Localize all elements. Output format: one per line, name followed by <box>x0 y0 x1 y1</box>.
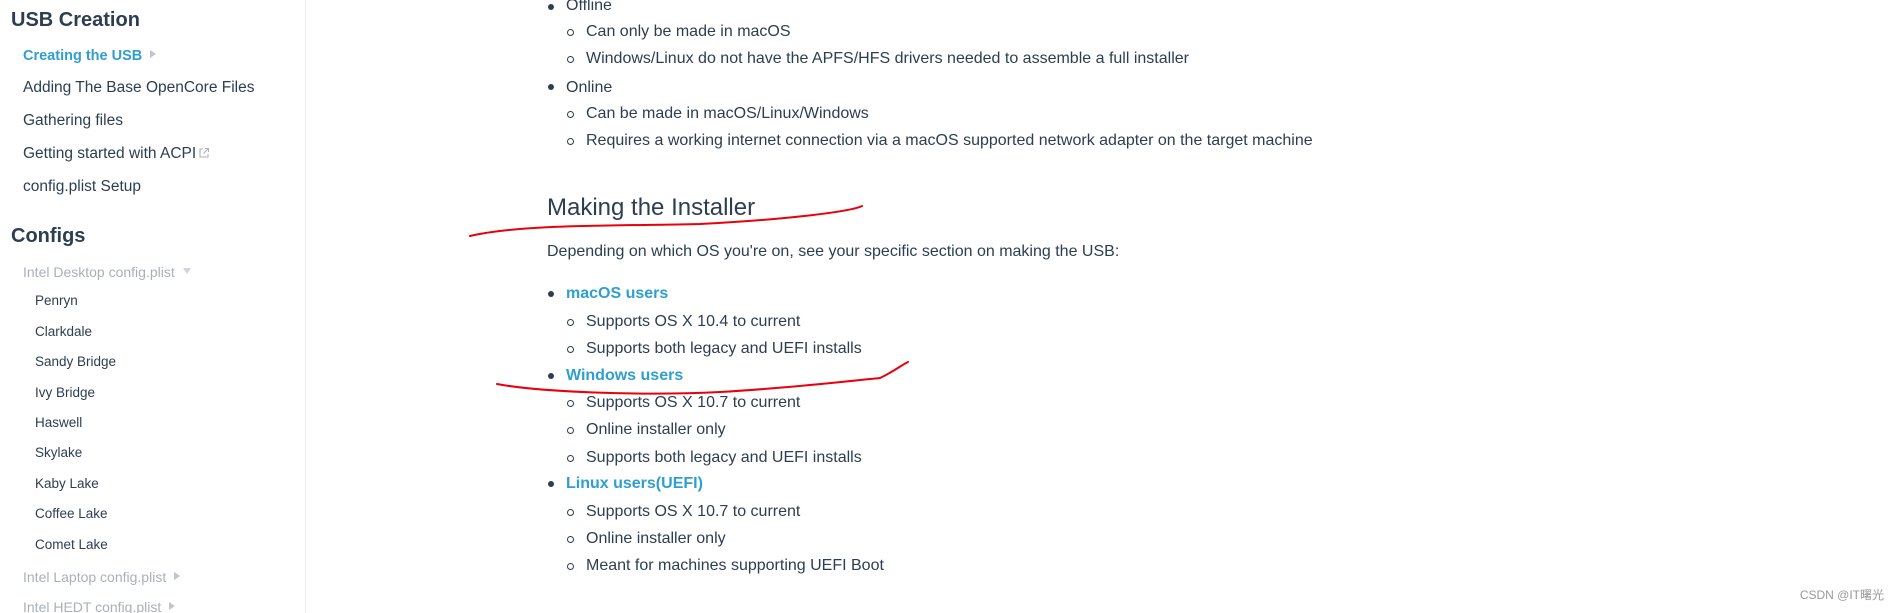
sidebar-subitem-sandy-bridge[interactable]: Sandy Bridge <box>35 355 116 369</box>
list-item: Supports both legacy and UEFI installs <box>586 340 862 357</box>
sidebar-item-creating-the-usb[interactable]: Creating the USB <box>23 48 157 64</box>
external-link-icon <box>199 147 210 158</box>
sidebar-subitem-coffee-lake[interactable]: Coffee Lake <box>35 507 108 521</box>
list-item: Online installer only <box>586 421 726 438</box>
list-item: Can be made in macOS/Linux/Windows <box>586 105 869 122</box>
section-heading-making-the-installer: Making the Installer <box>547 194 756 221</box>
list-item: Meant for machines supporting UEFI Boot <box>586 557 884 574</box>
section-intro: Depending on which OS you're on, see you… <box>547 243 1120 260</box>
sidebar-subitem-penryn[interactable]: Penryn <box>35 294 78 308</box>
bullet-icon <box>548 291 554 297</box>
sidebar-subitem-clarkdale[interactable]: Clarkdale <box>35 325 92 339</box>
sidebar-heading-usb-creation: USB Creation <box>11 9 140 31</box>
sidebar-group-label: Intel Desktop config.plist <box>23 264 175 280</box>
watermark: CSDN @IT曙光 <box>1799 588 1884 602</box>
bullet-icon <box>548 373 554 379</box>
sidebar-subitem-skylake[interactable]: Skylake <box>35 446 82 460</box>
sidebar-item-adding-base-opencore-files[interactable]: Adding The Base OpenCore Files <box>23 80 255 96</box>
sidebar-item-label: Getting started with ACPI <box>23 145 197 162</box>
list-item-offline: Offline <box>566 0 612 14</box>
sidebar-item-label: Gathering files <box>23 112 123 129</box>
sidebar-group-intel-laptop[interactable]: Intel Laptop config.plist <box>23 569 181 585</box>
list-item: Supports both legacy and UEFI installs <box>586 449 862 466</box>
sidebar-subitem-kaby-lake[interactable]: Kaby Lake <box>35 477 99 491</box>
sidebar-group-intel-desktop[interactable]: Intel Desktop config.plist <box>23 265 191 279</box>
main-content: Offline Can only be made in macOS Window… <box>307 0 1898 613</box>
sidebar-group-label: Intel Laptop config.plist <box>23 569 167 585</box>
circle-bullet-icon <box>567 29 574 36</box>
bullet-icon <box>548 4 554 10</box>
list-item: Supports OS X 10.7 to current <box>586 503 801 520</box>
chevron-right-icon <box>150 50 157 59</box>
sidebar-item-label: config.plist Setup <box>23 178 142 195</box>
macos-users-link[interactable]: macOS users <box>566 286 668 302</box>
sidebar-subitem-comet-lake[interactable]: Comet Lake <box>35 538 108 552</box>
page: USB Creation Creating the USB Adding The… <box>0 0 1898 613</box>
sidebar-item-config-plist-setup[interactable]: config.plist Setup <box>23 179 141 195</box>
circle-bullet-icon <box>567 509 574 516</box>
sidebar-group-label: Intel HEDT config.plist <box>23 599 162 613</box>
circle-bullet-icon <box>567 138 574 145</box>
list-item: Windows/Linux do not have the APFS/HFS d… <box>586 50 1189 67</box>
bullet-icon <box>548 481 554 487</box>
list-item-online: Online <box>566 79 613 96</box>
sidebar-subitem-ivy-bridge[interactable]: Ivy Bridge <box>35 386 95 400</box>
circle-bullet-icon <box>567 346 574 353</box>
list-item: Supports OS X 10.7 to current <box>586 394 801 411</box>
list-item: Requires a working internet connection v… <box>586 132 1313 149</box>
chevron-right-icon <box>169 602 176 611</box>
sidebar-item-gathering-files[interactable]: Gathering files <box>23 113 123 129</box>
circle-bullet-icon <box>567 427 574 434</box>
circle-bullet-icon <box>567 319 574 326</box>
circle-bullet-icon <box>567 536 574 543</box>
circle-bullet-icon <box>567 455 574 462</box>
sidebar-item-label: Creating the USB <box>23 48 143 64</box>
circle-bullet-icon <box>567 400 574 407</box>
sidebar-subitem-haswell[interactable]: Haswell <box>35 416 82 430</box>
bullet-icon <box>548 84 554 90</box>
sidebar-group-intel-hedt[interactable]: Intel HEDT config.plist <box>23 599 176 613</box>
chevron-right-icon <box>174 572 181 581</box>
circle-bullet-icon <box>567 563 574 570</box>
sidebar-item-label: Adding The Base OpenCore Files <box>23 79 255 96</box>
sidebar: USB Creation Creating the USB Adding The… <box>0 0 306 613</box>
linux-users-link[interactable]: Linux users(UEFI) <box>566 476 703 492</box>
sidebar-heading-configs: Configs <box>11 225 86 247</box>
circle-bullet-icon <box>567 56 574 63</box>
chevron-down-icon <box>182 268 191 275</box>
list-item: Online installer only <box>586 530 726 547</box>
circle-bullet-icon <box>567 111 574 118</box>
windows-users-link[interactable]: Windows users <box>566 368 683 384</box>
list-item: Supports OS X 10.4 to current <box>586 313 801 330</box>
list-item: Can only be made in macOS <box>586 23 791 40</box>
sidebar-item-getting-started-acpi[interactable]: Getting started with ACPI <box>23 146 210 162</box>
